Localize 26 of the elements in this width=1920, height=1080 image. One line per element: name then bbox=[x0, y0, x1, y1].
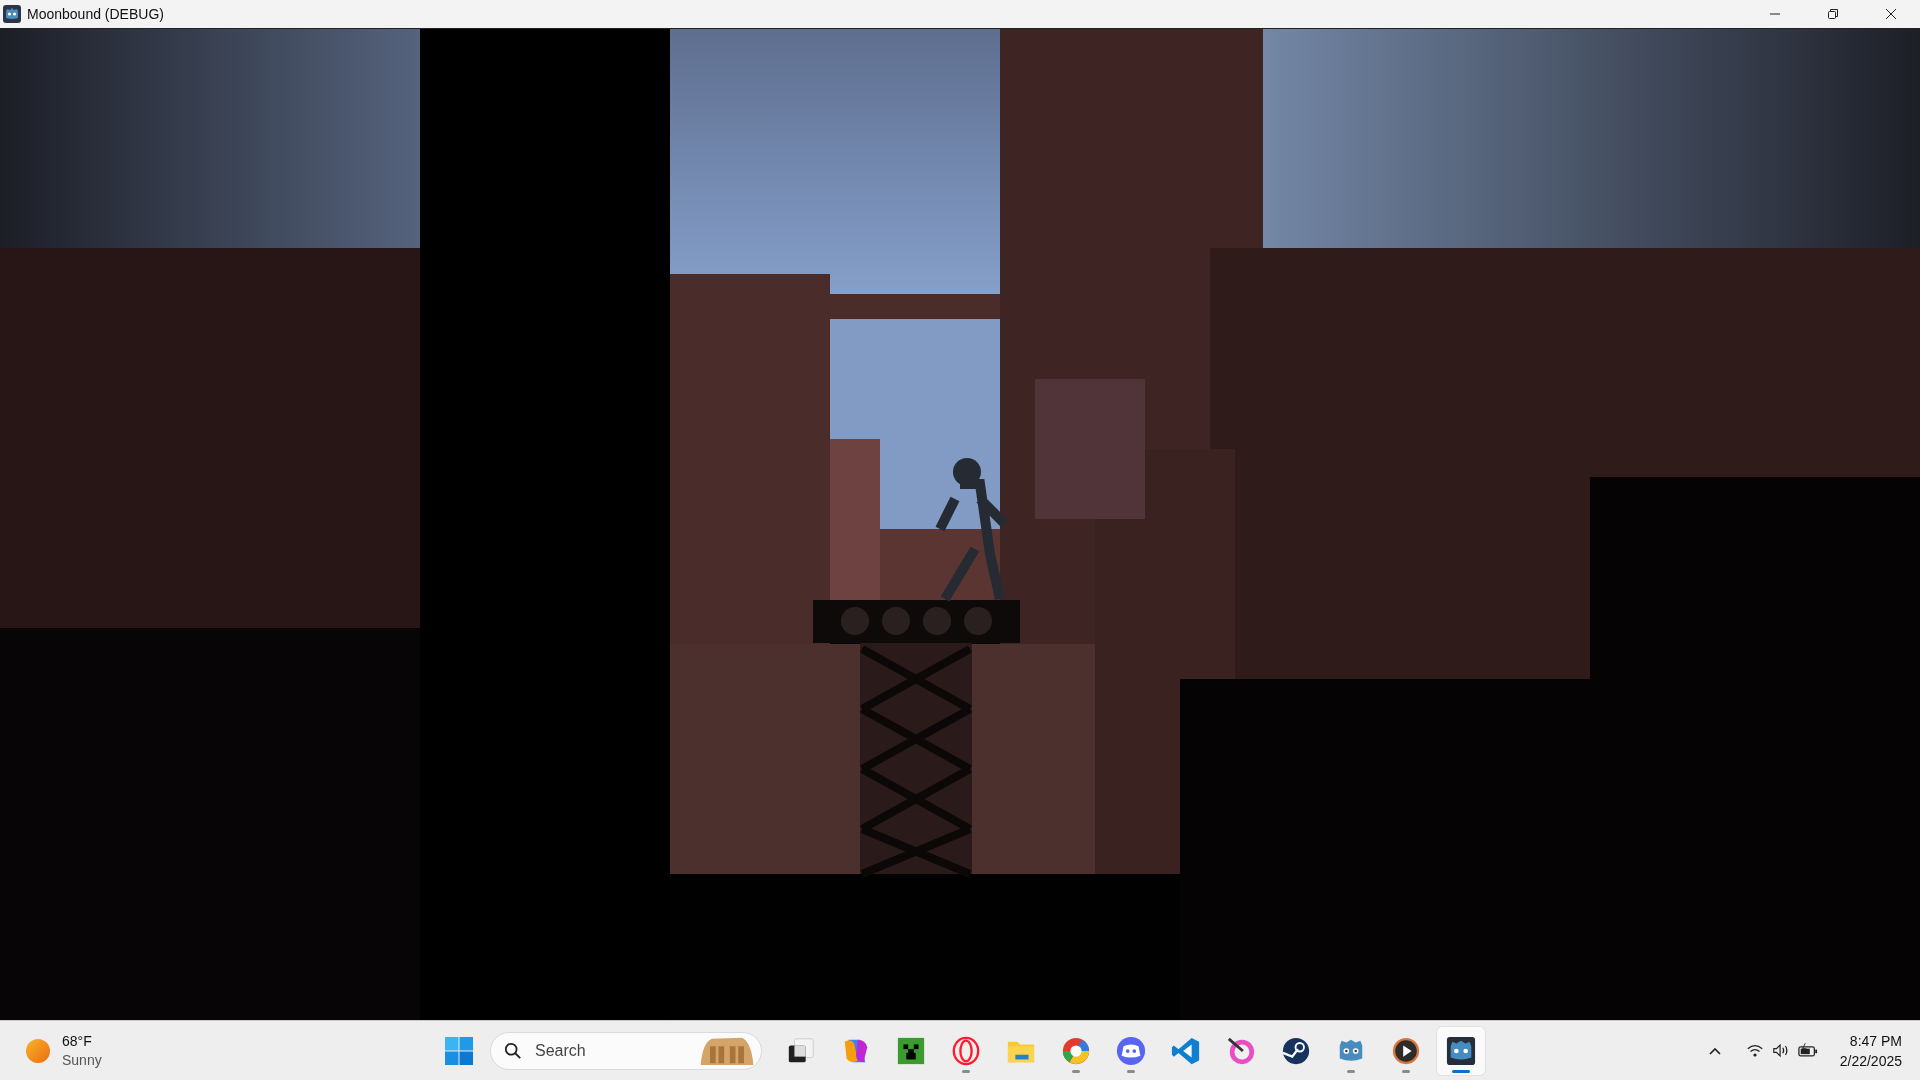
robot-face-icon bbox=[3, 5, 21, 23]
clock-date: 2/22/2025 bbox=[1839, 1051, 1902, 1071]
game-controller-face-icon bbox=[1116, 1035, 1146, 1066]
battery-charging-icon bbox=[1797, 1043, 1818, 1058]
weather-condition-text: Sunny bbox=[62, 1050, 102, 1070]
taskbar-app-button[interactable] bbox=[1437, 1026, 1485, 1075]
multicolor-ring-icon bbox=[1061, 1035, 1091, 1066]
window-title: Moonbound (DEBUG) bbox=[27, 6, 164, 22]
close-icon bbox=[1885, 8, 1897, 20]
chevron-up-icon bbox=[1707, 1045, 1722, 1056]
clock[interactable]: 8:47 PM 2/22/2025 bbox=[1833, 1030, 1908, 1071]
wifi-icon bbox=[1745, 1043, 1764, 1058]
ring-o-icon bbox=[951, 1035, 981, 1066]
robot-face-icon bbox=[1446, 1035, 1476, 1066]
code-editor-icon bbox=[1171, 1035, 1201, 1066]
play-icon bbox=[1391, 1035, 1421, 1066]
weather-widget[interactable]: 68°F Sunny bbox=[26, 1031, 102, 1070]
paint-brush-icon bbox=[1226, 1035, 1256, 1066]
search-icon bbox=[504, 1041, 522, 1060]
sun-icon bbox=[26, 1038, 50, 1063]
speaker-icon bbox=[1771, 1043, 1790, 1058]
temperature-text: 68°F bbox=[62, 1031, 93, 1051]
restore-icon bbox=[1827, 8, 1839, 20]
creeper-face-icon bbox=[896, 1035, 926, 1066]
clock-time: 8:47 PM bbox=[1849, 1031, 1902, 1051]
windows-logo-icon bbox=[445, 1036, 473, 1065]
